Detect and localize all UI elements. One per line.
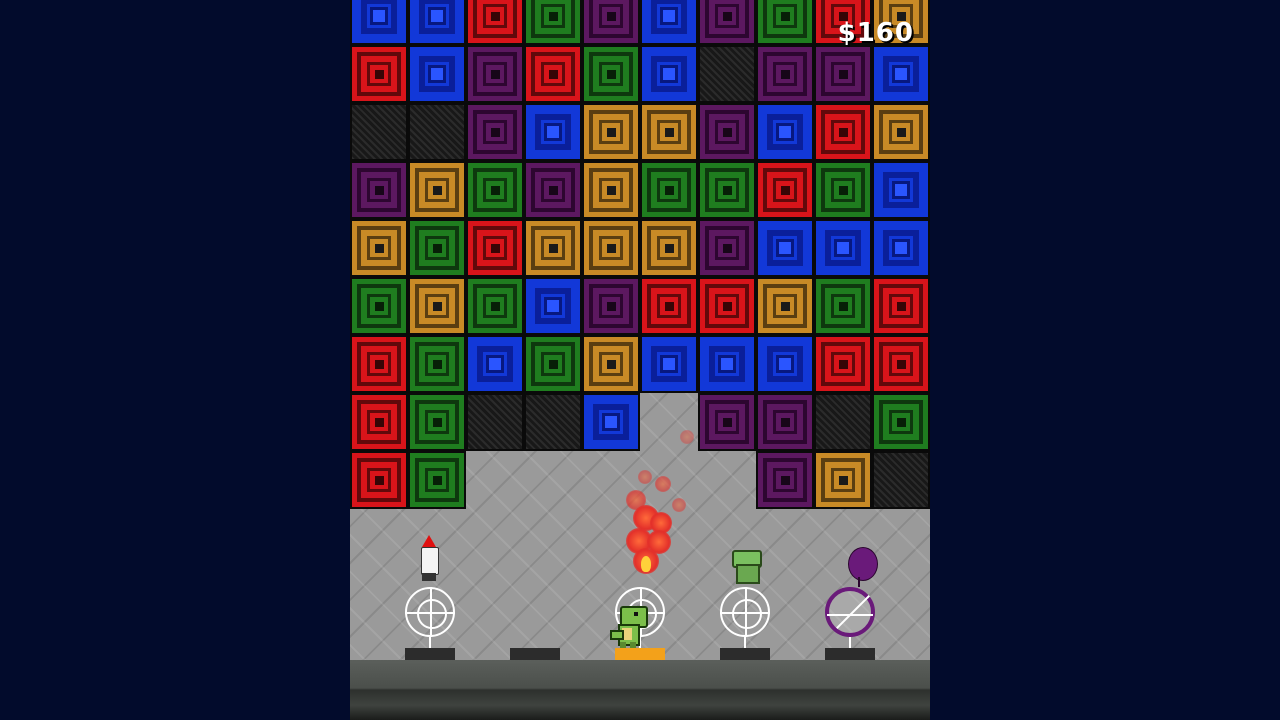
orange-tile bbox=[524, 219, 582, 277]
tile-grid bbox=[350, 0, 930, 509]
orange-tile bbox=[872, 103, 930, 161]
green-tile bbox=[524, 0, 582, 45]
purple-tile bbox=[698, 393, 756, 451]
orange-tile bbox=[814, 451, 872, 509]
red-tile bbox=[872, 277, 930, 335]
stone-tile bbox=[408, 103, 466, 161]
blue-tile bbox=[872, 161, 930, 219]
purple-tile bbox=[814, 45, 872, 103]
purple-tile bbox=[698, 0, 756, 45]
red-tile bbox=[466, 0, 524, 45]
green-tile bbox=[698, 161, 756, 219]
blue-tile bbox=[640, 0, 698, 45]
blue-tile bbox=[872, 219, 930, 277]
purple-tile bbox=[698, 219, 756, 277]
stone-tile bbox=[814, 393, 872, 451]
purple-tile bbox=[582, 277, 640, 335]
blue-tile bbox=[640, 335, 698, 393]
slot-2[interactable] bbox=[510, 648, 560, 660]
green-tile bbox=[408, 219, 466, 277]
target-reticle-1[interactable] bbox=[405, 587, 455, 637]
green-tile bbox=[408, 451, 466, 509]
blue-tile bbox=[756, 219, 814, 277]
blue-tile bbox=[408, 0, 466, 45]
green-tile bbox=[640, 161, 698, 219]
blue-tile bbox=[814, 219, 872, 277]
blue-tile bbox=[872, 45, 930, 103]
green-tile bbox=[814, 277, 872, 335]
orange-tile bbox=[582, 219, 640, 277]
purple-tile bbox=[582, 0, 640, 45]
green-tile bbox=[814, 161, 872, 219]
stone-tile bbox=[872, 451, 930, 509]
blue-tile bbox=[524, 103, 582, 161]
target-reticle-4[interactable] bbox=[720, 587, 770, 637]
stone-tile bbox=[698, 45, 756, 103]
orange-tile bbox=[408, 277, 466, 335]
dino-character[interactable] bbox=[610, 604, 648, 648]
fist-icon[interactable] bbox=[730, 548, 762, 584]
purple-tile bbox=[756, 393, 814, 451]
orange-tile bbox=[640, 219, 698, 277]
red-tile bbox=[756, 161, 814, 219]
orange-tile bbox=[582, 161, 640, 219]
floor bbox=[350, 660, 930, 720]
red-tile bbox=[640, 277, 698, 335]
game-board: $160 bbox=[350, 0, 930, 720]
red-tile bbox=[350, 45, 408, 103]
blue-tile bbox=[524, 277, 582, 335]
purple-tile bbox=[756, 451, 814, 509]
red-tile bbox=[524, 45, 582, 103]
blue-tile bbox=[698, 335, 756, 393]
green-tile bbox=[582, 45, 640, 103]
red-tile bbox=[350, 335, 408, 393]
green-tile bbox=[408, 335, 466, 393]
slot-5[interactable] bbox=[825, 648, 875, 660]
blue-tile bbox=[756, 335, 814, 393]
red-tile bbox=[350, 451, 408, 509]
fire-icon[interactable] bbox=[641, 556, 651, 572]
blue-tile bbox=[350, 0, 408, 45]
orange-tile bbox=[582, 335, 640, 393]
green-tile bbox=[466, 161, 524, 219]
green-tile bbox=[524, 335, 582, 393]
stone-tile bbox=[524, 393, 582, 451]
green-tile bbox=[756, 0, 814, 45]
green-tile bbox=[466, 277, 524, 335]
red-tile bbox=[872, 335, 930, 393]
purple-tile bbox=[466, 103, 524, 161]
balloon-icon[interactable] bbox=[848, 547, 878, 587]
purple-tile bbox=[756, 45, 814, 103]
rocket-icon[interactable] bbox=[419, 535, 439, 583]
blue-tile bbox=[408, 45, 466, 103]
red-tile bbox=[698, 277, 756, 335]
purple-tile bbox=[698, 103, 756, 161]
blue-tile bbox=[466, 335, 524, 393]
red-tile bbox=[814, 335, 872, 393]
orange-tile bbox=[408, 161, 466, 219]
blue-tile bbox=[640, 45, 698, 103]
orange-tile bbox=[756, 277, 814, 335]
orange-tile bbox=[582, 103, 640, 161]
stone-tile bbox=[350, 103, 408, 161]
green-tile bbox=[408, 393, 466, 451]
orange-tile bbox=[350, 219, 408, 277]
money-counter: $160 bbox=[837, 18, 914, 48]
target-reticle-5[interactable] bbox=[825, 587, 875, 637]
orange-tile bbox=[640, 103, 698, 161]
slot-4[interactable] bbox=[720, 648, 770, 660]
blue-tile bbox=[756, 103, 814, 161]
purple-tile bbox=[524, 161, 582, 219]
red-tile bbox=[814, 103, 872, 161]
slot-1[interactable] bbox=[405, 648, 455, 660]
red-tile bbox=[350, 393, 408, 451]
purple-tile bbox=[466, 45, 524, 103]
blue-tile bbox=[582, 393, 640, 451]
red-tile bbox=[466, 219, 524, 277]
stone-tile bbox=[466, 393, 524, 451]
purple-tile bbox=[350, 161, 408, 219]
green-tile bbox=[872, 393, 930, 451]
slot-3-active[interactable] bbox=[615, 648, 665, 660]
green-tile bbox=[350, 277, 408, 335]
